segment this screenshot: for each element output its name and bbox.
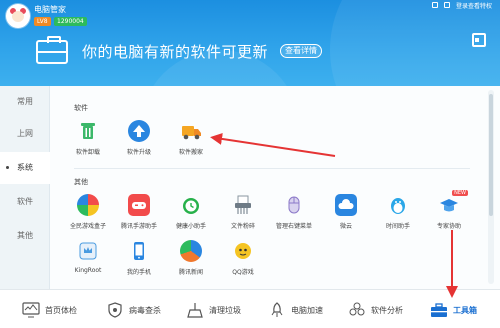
pc-manager-window: 电脑管家 LV8 1290004 登录查看特权 你的电脑有新的软件可更新 查看详…: [0, 0, 500, 328]
annotation-arrow-to-move-software: [210, 132, 336, 157]
annotation-arrows: [210, 132, 458, 298]
